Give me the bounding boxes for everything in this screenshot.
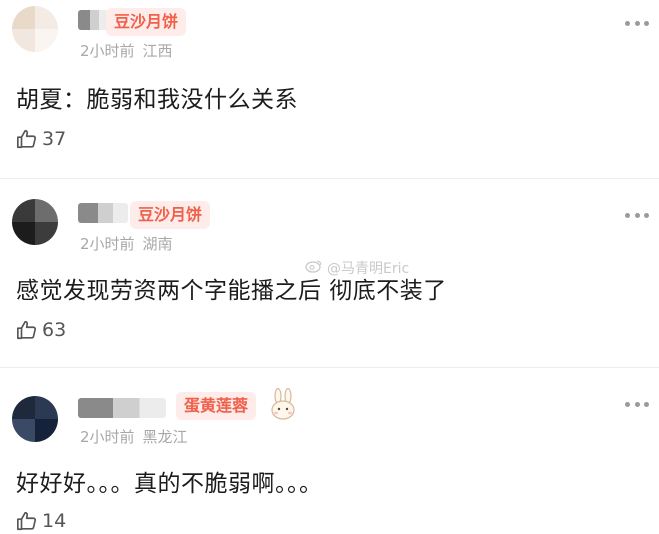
thumbs-up-icon [16,319,38,341]
watermark: @马青明Eric [305,258,409,278]
like-count: 37 [42,128,67,150]
comment-item: 豆沙月饼 2小时前 江西 胡夏：脆弱和我没什么关系 37 [0,0,659,178]
thumbs-up-icon [16,128,38,150]
comment-location: 江西 [142,42,173,60]
more-dots-icon[interactable] [625,400,649,408]
comment-time: 2小时前 [80,235,135,253]
comment-meta: 2小时前 黑龙江 [80,426,188,447]
comment-time: 2小时前 [80,42,135,60]
fan-badge[interactable]: 蛋黄莲蓉 [176,392,257,420]
fan-badge[interactable]: 豆沙月饼 [106,8,187,36]
like-button[interactable]: 14 [16,508,66,534]
comment-item: 蛋黄莲蓉 2小时前 黑龙江 好好好。。。真的不脆弱啊。。。 14 [0,368,659,533]
username-blurred[interactable] [78,398,166,418]
weibo-logo-icon [305,259,323,277]
comment-meta: 2小时前 湖南 [80,233,173,254]
like-count: 14 [42,510,67,532]
avatar[interactable] [12,199,58,245]
like-count: 63 [42,319,67,341]
like-button[interactable]: 37 [16,126,66,152]
comment-text: 好好好。。。真的不脆弱啊。。。 [16,471,323,497]
bunny-icon [268,387,298,424]
username-blurred[interactable] [78,203,128,223]
thumbs-up-icon [16,510,38,532]
fan-badge[interactable]: 豆沙月饼 [130,201,211,229]
comment-location: 黑龙江 [142,428,188,446]
watermark-text: @马青明Eric [327,261,410,277]
comment-location: 湖南 [142,235,173,253]
username-blurred[interactable] [78,10,108,30]
avatar[interactable] [12,6,58,52]
more-dots-icon[interactable] [625,211,649,219]
comment-meta: 2小时前 江西 [80,40,173,61]
comment-text: 胡夏：脆弱和我没什么关系 [16,87,298,113]
more-dots-icon[interactable] [625,19,649,27]
comment-time: 2小时前 [80,428,135,446]
like-button[interactable]: 63 [16,317,66,343]
avatar[interactable] [12,396,58,442]
